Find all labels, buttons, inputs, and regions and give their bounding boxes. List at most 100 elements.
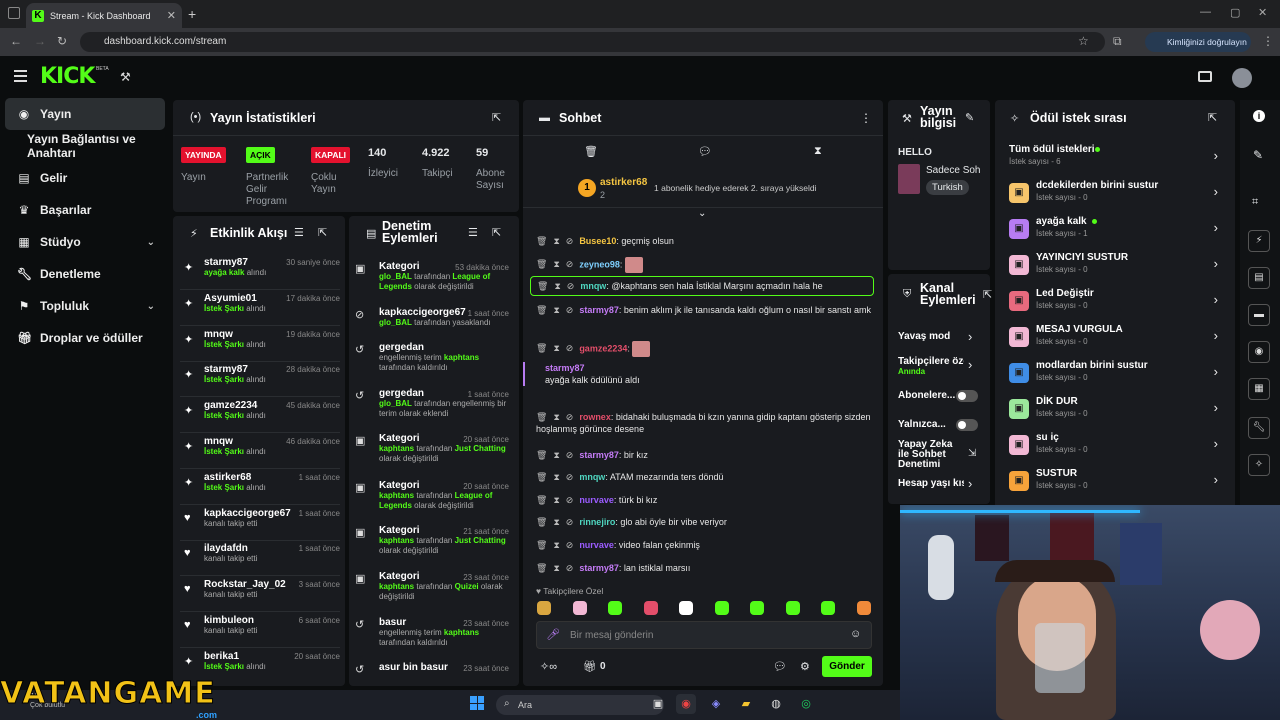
discord-icon[interactable]: ◈: [706, 694, 726, 714]
reward-queue-item[interactable]: ▣ ayağa kalk İstek sayısı - 1 ›: [1006, 216, 1222, 252]
chat-message[interactable]: 🗑︎ ⧗ ⊘ nurvave: türk bi kız: [536, 494, 876, 506]
reward-queue-item[interactable]: ▣ dcdekilerden birini sustur İstek sayısı …: [1006, 180, 1222, 216]
moderation-item[interactable]: ↺ basur engellenmiş terim kaphtans tarafın…: [355, 617, 509, 648]
emote-only-toggle[interactable]: [956, 419, 978, 431]
browser-menu-icon[interactable]: ⋮: [1262, 34, 1274, 48]
reward-queue-item[interactable]: ▣ su iç İstek sayısı - 0 ›: [1006, 432, 1222, 468]
activity-item[interactable]: ♥ kapkaccigeorge67 kanalı takip etti 1 saat…: [180, 507, 340, 543]
moderation-item[interactable]: ⊘ kapkaccigeorge67 glo_BAL tarafından yasa…: [355, 307, 509, 328]
microphone-icon[interactable]: 🎤︎: [546, 628, 560, 641]
account-age-label[interactable]: Hesap yaşı kıs: [898, 478, 964, 489]
activity-username[interactable]: ilaydafdn: [204, 543, 257, 554]
rail-chat-icon[interactable]: ▬: [1248, 304, 1270, 326]
activity-item[interactable]: ♥ kimbuleon kanalı takip etti 6 saat önce: [180, 614, 340, 650]
crop-icon[interactable]: ⌗: [1252, 196, 1258, 209]
windows-start-icon[interactable]: [470, 696, 484, 710]
rail-wrench-icon[interactable]: 🔧︎: [1248, 417, 1270, 439]
chat-message[interactable]: 🗑︎ ⧗ ⊘ rownex: bidahaki buluşmada bi kzın y…: [536, 411, 876, 435]
points-icon[interactable]: ✧∞: [540, 660, 557, 673]
chevron-right-icon[interactable]: ›: [1214, 364, 1218, 379]
chat-message[interactable]: 🗑︎ ⧗ ⊘ gamze2234:: [536, 341, 876, 357]
chat-bubble-icon[interactable]: 💬︎: [773, 660, 787, 673]
activity-item[interactable]: ✦ astirker68 İstek Şarkı alındı 1 saat önce: [180, 471, 340, 507]
ban-user-icon[interactable]: ⊘: [566, 563, 574, 573]
chevron-right-icon[interactable]: ›: [968, 357, 972, 372]
task-view-icon[interactable]: ▣: [648, 694, 668, 714]
rail-reward-icon[interactable]: ✧: [1248, 454, 1270, 476]
ban-user-icon[interactable]: ⊘: [566, 450, 574, 460]
activity-username[interactable]: berika1: [204, 651, 266, 662]
expand-icon[interactable]: ⇱: [318, 226, 327, 239]
delete-message-icon[interactable]: 🗑︎: [536, 305, 547, 315]
info-icon[interactable]: i: [1253, 110, 1265, 122]
reward-queue-item[interactable]: ▣ DİK DUR İstek sayısı - 0 ›: [1006, 396, 1222, 432]
chat-username[interactable]: starmy87: [579, 305, 619, 315]
forward-icon[interactable]: →: [34, 34, 46, 48]
chat-message[interactable]: 🗑︎ ⧗ ⊘ mnqw: @kaphtans sen hala İstiklal Ma…: [530, 276, 874, 296]
chevron-down-icon[interactable]: ⌄: [147, 237, 155, 248]
rail-stats-icon[interactable]: ▦: [1248, 378, 1270, 400]
chevron-right-icon[interactable]: ›: [968, 476, 972, 491]
chevron-right-icon[interactable]: ›: [1214, 220, 1218, 235]
sidebar-item-droplar[interactable]: 🎁︎ Droplar ve ödüller: [5, 322, 165, 354]
reward-queue-item[interactable]: ▣ Led Değiştir İstek sayısı - 0 ›: [1006, 288, 1222, 324]
url-field[interactable]: dashboard.kick.com/stream: [80, 32, 1105, 52]
activity-username[interactable]: mnqw: [204, 329, 266, 340]
ban-user-icon[interactable]: ⊘: [566, 472, 574, 482]
chevron-down-icon[interactable]: ⌄: [147, 301, 155, 312]
taskbar-search[interactable]: Ara: [496, 695, 664, 715]
delete-message-icon[interactable]: 🗑︎: [537, 281, 548, 291]
delete-message-icon[interactable]: 🗑︎: [536, 495, 547, 505]
timeout-icon[interactable]: ⧗: [553, 450, 559, 460]
external-link-icon[interactable]: ⇲: [968, 448, 976, 459]
delete-message-icon[interactable]: 🗑︎: [536, 236, 547, 246]
chevron-right-icon[interactable]: ›: [1214, 328, 1218, 343]
chat-message[interactable]: 🗑︎ ⧗ ⊘ rinnejiro: glo abi öyle bir vibe ver…: [536, 516, 876, 528]
expand-icon[interactable]: ⇱: [492, 226, 501, 239]
activity-item[interactable]: ✦ gamze2234 İstek Şarkı alındı 45 dakika ön…: [180, 399, 340, 435]
activity-item[interactable]: ♥ ilaydafdn kanalı takip etti 1 saat önce: [180, 542, 340, 578]
reward-queue-item[interactable]: ▣ SUSTUR İstek sayısı - 0 ›: [1006, 468, 1222, 504]
ban-user-icon[interactable]: ⊘: [566, 236, 574, 246]
delete-message-icon[interactable]: 🗑︎: [536, 343, 547, 353]
browser-tab[interactable]: K Stream - Kick Dashboard ✕: [26, 3, 182, 28]
chat-message[interactable]: 🗑︎ ⧗ ⊘ starmy87: benim aklım jk ile tanısan…: [536, 304, 876, 316]
extensions-icon[interactable]: ⧉: [1113, 34, 1122, 49]
chat-message[interactable]: 🗑︎ ⧗ ⊘ mnqw: ATAM mezarında ters döndü: [536, 471, 876, 483]
chat-username[interactable]: starmy87: [545, 363, 585, 373]
maximize-icon[interactable]: ▢: [1230, 6, 1240, 19]
reward-queue-item[interactable]: ▣ modlardan birini sustur İstek sayısı - 0…: [1006, 360, 1222, 396]
close-window-icon[interactable]: ✕: [1258, 6, 1267, 19]
timeout-icon[interactable]: ⧗: [553, 540, 559, 550]
ban-user-icon[interactable]: ⊘: [566, 517, 574, 527]
timeout-icon[interactable]: ⧗: [553, 472, 559, 482]
chat-message[interactable]: 🗑︎ ⧗ ⊘ nurvave: video falan çekinmiş: [536, 539, 876, 551]
emote-icon[interactable]: [572, 601, 587, 615]
expand-icon[interactable]: ⇱: [492, 111, 501, 124]
activity-item[interactable]: ✦ mnqw İstek Şarkı alındı 46 dakika önce: [180, 435, 340, 471]
expand-icon[interactable]: ⇱: [983, 288, 992, 301]
moderation-item[interactable]: ▣ Kategori kaphtans tarafından Just Chatti…: [355, 525, 509, 556]
chat-username[interactable]: zeyneo98: [579, 259, 620, 269]
reload-icon[interactable]: ↻: [57, 34, 67, 48]
emote-icon[interactable]: [856, 601, 871, 615]
wallet-icon[interactable]: [1198, 71, 1212, 82]
hourglass-icon[interactable]: ⧗: [814, 145, 822, 158]
chevron-right-icon[interactable]: ›: [1214, 472, 1218, 487]
activity-username[interactable]: mnqw: [204, 436, 266, 447]
activity-item[interactable]: ✦ starmy87 İstek Şarkı alındı 28 dakika önc…: [180, 363, 340, 399]
reward-queue-item[interactable]: ▣ YAYINCIYI SUSTUR İstek sayısı - 0 ›: [1006, 252, 1222, 288]
ai-moderation-label[interactable]: Yapay Zeka ile Sohbet Denetimi: [898, 440, 966, 470]
reward-queue-item[interactable]: ▣ MESAJ VURGULA İstek sayısı - 0 ›: [1006, 324, 1222, 360]
chat-message[interactable]: starmy87 ayağa kalk ödülünü aldı: [523, 362, 863, 386]
rail-bolt-icon[interactable]: ⚡︎: [1248, 230, 1270, 252]
chevron-right-icon[interactable]: ›: [1214, 436, 1218, 451]
gear-icon[interactable]: ⚙: [800, 660, 810, 673]
verify-identity-button[interactable]: Kimliğinizi doğrulayın: [1145, 32, 1251, 52]
kick-logo[interactable]: KICK: [40, 64, 95, 89]
delete-message-icon[interactable]: 🗑︎: [536, 540, 547, 550]
chevron-right-icon[interactable]: ›: [1214, 400, 1218, 415]
file-explorer-icon[interactable]: ▰: [736, 694, 756, 714]
activity-item[interactable]: ✦ Asyumie01 İstek Şarkı alındı 17 dakika ön…: [180, 292, 340, 328]
activity-username[interactable]: starmy87: [204, 257, 266, 268]
